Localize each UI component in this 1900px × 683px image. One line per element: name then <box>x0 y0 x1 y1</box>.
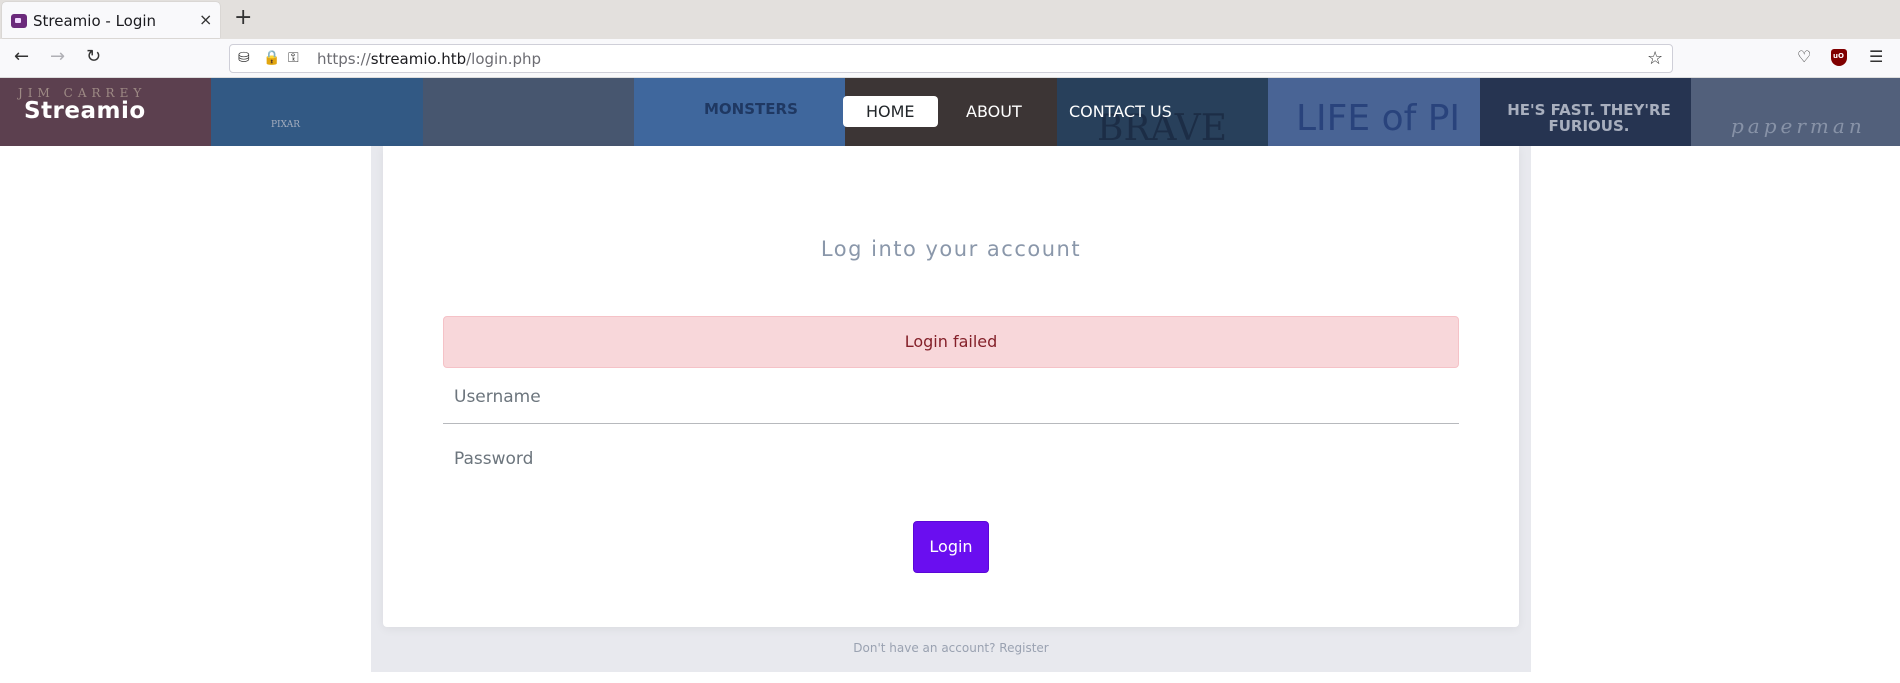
lock-icon[interactable]: 🔒 <box>263 50 280 66</box>
hamburger-menu-icon[interactable]: ☰ <box>1869 48 1883 66</box>
reload-icon[interactable]: ↻ <box>86 47 101 67</box>
shield-icon[interactable]: ⛁ <box>238 50 250 66</box>
username-input[interactable] <box>443 370 1459 424</box>
forward-arrow-icon[interactable]: → <box>50 47 65 67</box>
site-favicon-icon <box>11 14 27 28</box>
error-alert: Login failed <box>443 316 1459 368</box>
site-header: JIM CARREY PIXAR MONSTERS BRAVE LIFE of … <box>0 78 1900 146</box>
address-bar[interactable]: ⛁ 🔒 ⚿ https://streamio.htb/login.php ☆ <box>229 44 1673 73</box>
nav-home[interactable]: HOME <box>843 96 938 127</box>
url-text[interactable]: https://streamio.htb/login.php <box>317 50 541 68</box>
tab-title: Streamio - Login <box>33 12 157 30</box>
register-link[interactable]: Don't have an account? Register <box>371 641 1531 655</box>
key-icon[interactable]: ⚿ <box>288 50 299 66</box>
nav-about[interactable]: ABOUT <box>943 96 1045 127</box>
browser-tab[interactable]: Streamio - Login × <box>2 2 220 38</box>
browser-tab-bar: Streamio - Login × + <box>0 0 1900 39</box>
url-scheme: https:// <box>317 50 371 68</box>
url-path: /login.php <box>466 50 542 68</box>
pocket-icon[interactable]: ♡ <box>1797 48 1811 66</box>
bookmark-star-icon[interactable]: ☆ <box>1647 48 1663 69</box>
password-input[interactable] <box>443 432 1459 486</box>
close-icon[interactable]: × <box>199 10 212 29</box>
login-card: Log into your account Login failed Login <box>383 146 1519 627</box>
url-host: streamio.htb <box>370 50 467 68</box>
back-arrow-icon[interactable]: ← <box>14 47 29 67</box>
new-tab-icon[interactable]: + <box>234 6 252 30</box>
login-button[interactable]: Login <box>913 521 989 573</box>
ublock-origin-icon[interactable]: uO <box>1831 49 1847 66</box>
nav-contact-us[interactable]: CONTACT US <box>1046 96 1195 127</box>
site-logo[interactable]: Streamio <box>24 98 146 124</box>
page-title: Log into your account <box>820 237 1082 261</box>
browser-toolbar: ← → ↻ ⛁ 🔒 ⚿ https://streamio.htb/login.p… <box>0 39 1900 78</box>
